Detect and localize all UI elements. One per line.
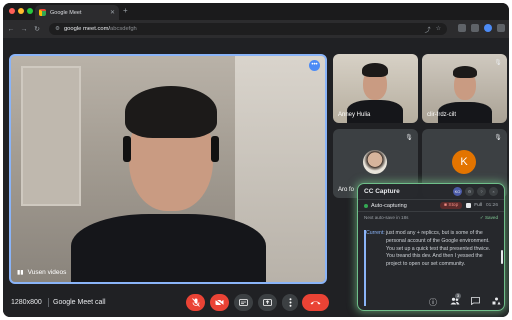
people-count-badge: 3 (455, 293, 461, 299)
background-door (21, 66, 81, 206)
mic-off-icon (191, 298, 200, 307)
extension-icon[interactable] (458, 24, 466, 32)
info-icon[interactable]: ⓘ (427, 297, 439, 308)
autosave-countdown: Next auto-save in 18s (364, 215, 409, 220)
close-tab-icon[interactable]: ✕ (110, 9, 115, 16)
present-icon (263, 299, 272, 306)
share-icon[interactable]: ⤴ (425, 25, 431, 34)
maximize-window-button[interactable] (27, 8, 33, 14)
mic-off-icon: 🎙 (494, 60, 502, 66)
cc-panel-header: CC Capture KO ⚙ ? × (358, 184, 504, 199)
auto-capture-status: Auto-capturing (364, 203, 407, 209)
headphone-left (123, 136, 131, 162)
camera-off-icon (215, 299, 224, 306)
headphone-right (211, 136, 219, 162)
mic-toggle-button[interactable] (186, 294, 205, 311)
present-button[interactable] (258, 294, 277, 311)
bookmark-star-icon[interactable]: ☆ (436, 25, 441, 34)
leave-call-button[interactable] (302, 294, 329, 311)
site-info-icon[interactable]: ⚙ (55, 26, 60, 32)
live-indicator-icon (364, 203, 368, 208)
settings-icon[interactable]: ⚙ (465, 187, 474, 196)
auto-capture-label: Auto-capturing (371, 202, 407, 209)
browser-menu-icon[interactable] (497, 24, 505, 32)
meeting-controls-bar: 1280x800 Google Meet call ⓘ 3 (3, 289, 509, 317)
captions-icon (239, 299, 248, 306)
transcript-scrollbar[interactable] (501, 250, 503, 264)
url-field[interactable]: ⚙ google meet.com/abcsdefgh ⤴ ☆ (49, 23, 447, 35)
url-text: google meet.com/abcsdefgh (63, 26, 137, 32)
profile-avatar-icon[interactable] (484, 24, 492, 32)
divider (48, 298, 49, 307)
new-tab-icon[interactable]: + (123, 6, 128, 15)
browser-window: Google Meet ✕ + ← → ↻ ⚙ google meet.com/… (3, 3, 509, 317)
close-icon[interactable]: × (489, 187, 498, 196)
participant-tile[interactable]: 🎙 clir-frdz-cilt (422, 54, 507, 123)
camera-toggle-button[interactable] (210, 294, 229, 311)
stop-button[interactable]: ■ Stop (440, 202, 463, 209)
participant-name: Aro fo (338, 187, 355, 193)
format-label: Full (474, 203, 482, 208)
language-button[interactable]: KO (453, 187, 462, 196)
cc-panel-title: CC Capture (364, 188, 400, 195)
participant-name: Anney Hulia (338, 112, 371, 118)
person-hair (125, 86, 217, 138)
main-participant-name: Vusen videos (27, 269, 67, 276)
address-bar-row: ← → ↻ ⚙ google meet.com/abcsdefgh ⤴ ☆ (3, 20, 509, 38)
mic-off-icon: 🎙 (405, 135, 413, 141)
more-vert-icon (289, 298, 291, 307)
current-label: Current: (366, 230, 385, 236)
cc-save-row: Next auto-save in 18s ✓ Saved (358, 211, 504, 223)
resolution-label: 1280x800 (11, 299, 42, 306)
minimize-window-button[interactable] (18, 8, 24, 14)
call-name: Google Meet call (53, 299, 106, 306)
person-body (71, 214, 266, 282)
capture-timer: 01:26 (485, 203, 498, 208)
avatar (363, 150, 387, 174)
close-window-button[interactable] (9, 8, 15, 14)
format-toggle[interactable]: Full (466, 203, 482, 208)
meet-favicon-icon (39, 9, 46, 16)
extensions-row (458, 24, 505, 32)
chat-icon[interactable] (469, 297, 481, 307)
main-participant-label: ▮▮ Vusen videos (17, 269, 66, 276)
window-controls (9, 8, 33, 14)
saved-status: ✓ Saved (479, 214, 498, 220)
cc-panel-buttons: KO ⚙ ? × (453, 187, 498, 196)
help-icon[interactable]: ? (477, 187, 486, 196)
format-swatch-icon (466, 203, 472, 208)
avatar: K (452, 150, 476, 174)
cc-status-row: Auto-capturing ■ Stop Full 01:26 (358, 199, 504, 211)
tab-bar: Google Meet ✕ + (3, 3, 509, 20)
more-options-button[interactable] (282, 294, 298, 311)
meet-stage: ••• ▮▮ Vusen videos Anney Hulia 🎙 clir-f… (3, 38, 509, 317)
tab-title: Google Meet (50, 9, 82, 16)
extension-icon[interactable] (471, 24, 479, 32)
participant-tile[interactable]: Anney Hulia (333, 54, 418, 123)
participant-name: clir-frdz-cilt (427, 112, 456, 118)
reload-icon[interactable]: ↻ (32, 25, 42, 33)
omnibox-actions: ⤴ ☆ (425, 25, 441, 34)
captions-button[interactable] (234, 294, 253, 311)
main-video-tile[interactable]: ••• ▮▮ Vusen videos (9, 54, 327, 284)
audio-level-icon: ▮▮ (17, 270, 24, 276)
hangup-icon (310, 301, 321, 305)
tab-google-meet[interactable]: Google Meet ✕ (35, 5, 119, 20)
activities-icon[interactable] (490, 297, 502, 307)
forward-icon[interactable]: → (19, 26, 29, 33)
mic-off-icon: 🎙 (494, 135, 502, 141)
tile-options-icon[interactable]: ••• (309, 60, 320, 71)
back-icon[interactable]: ← (6, 26, 16, 33)
transcript-text: just mod any + repliccs, but is some of … (386, 230, 491, 268)
